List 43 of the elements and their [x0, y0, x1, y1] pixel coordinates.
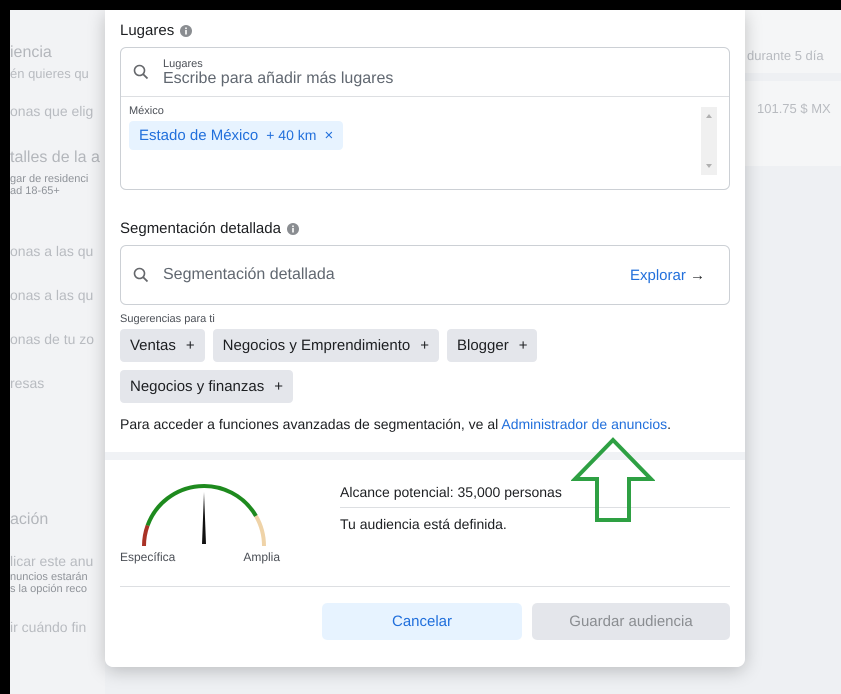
info-icon: [286, 222, 299, 234]
location-chip[interactable]: Estado de México + 40 km ×: [129, 121, 344, 150]
background-text: resas: [10, 375, 46, 391]
audience-status-text: Tu audiencia está definida.: [340, 515, 508, 532]
search-icon: [133, 267, 149, 283]
background-text: licar este anu: [10, 553, 94, 569]
scrollbar[interactable]: [701, 107, 717, 175]
background-text: ir cuándo fin: [10, 619, 88, 635]
gauge-label: Específica: [120, 550, 176, 564]
background-text: onas de tu zo: [10, 331, 96, 347]
background-text: 101.75 $ MX: [757, 101, 832, 116]
suggestion-chip[interactable]: Ventas +: [120, 329, 205, 362]
background-text: onas a las qu: [10, 287, 94, 303]
places-field[interactable]: Lugares Escribe para añadir más lugares México Estado de México + 40 km ×: [120, 47, 730, 190]
background-text: onas a las qu: [10, 243, 94, 259]
cancel-button[interactable]: Cancelar: [322, 603, 522, 640]
places-input[interactable]: Escribe para añadir más lugares: [163, 70, 717, 88]
country-label: México: [129, 105, 164, 117]
section-title: Lugares: [120, 22, 174, 39]
background-text: talles de la a: [10, 149, 101, 167]
suggestion-chip[interactable]: Blogger +: [447, 329, 538, 362]
background-text: onas que elig: [10, 103, 94, 119]
info-icon: [180, 24, 192, 36]
background-text: én quieres qu: [10, 66, 90, 81]
detailed-targeting-input[interactable]: Segmentación detallada: [163, 266, 616, 284]
background-text: gar de residenci: [10, 173, 90, 185]
search-icon: [133, 64, 149, 80]
suggestions-label: Sugerencias para ti: [120, 313, 216, 325]
info-paragraph: Para acceder a funciones avanzadas de segmentación, ve al Administrador de anuncios.: [120, 415, 672, 434]
background-text: durante 5 día: [747, 48, 825, 63]
background-text: s la opción reco: [10, 583, 88, 595]
background-text: nuncios estarán: [10, 571, 89, 583]
field-label: Lugares: [163, 58, 204, 70]
gauge-label: Amplia: [243, 550, 280, 564]
suggestion-chip[interactable]: Negocios y finanzas +: [120, 370, 294, 403]
explore-link[interactable]: Explorar →: [630, 266, 705, 284]
background-text: ad 18-65+: [10, 185, 61, 197]
ads-manager-link[interactable]: Administrador de anuncios: [501, 416, 668, 432]
background-text: ación: [10, 511, 50, 529]
suggestion-chip[interactable]: Negocios y Emprendimiento +: [212, 329, 439, 362]
section-title: Segmentación detallada: [120, 220, 281, 237]
background-text: iencia: [10, 44, 53, 62]
potential-reach-text: Alcance potencial: 35,000 personas: [340, 484, 730, 508]
